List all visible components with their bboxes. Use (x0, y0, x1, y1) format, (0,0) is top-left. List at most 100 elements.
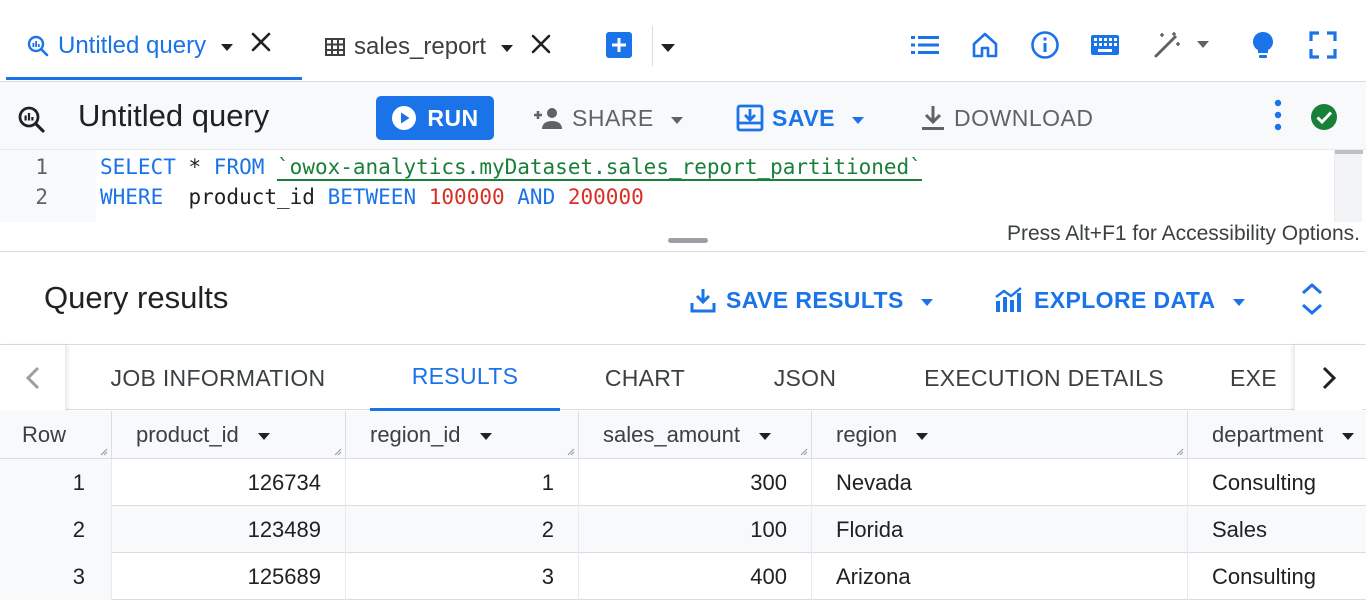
code-text: SELECT * FROM `owox-analytics.myDataset.… (100, 155, 922, 181)
caret-down-icon (920, 287, 934, 314)
cell-product-id[interactable]: 123489 (112, 506, 346, 553)
resize-handle[interactable] (668, 238, 708, 243)
cell-department[interactable]: Sales (1188, 506, 1366, 553)
explore-data-label: EXPLORE DATA (1034, 286, 1216, 313)
cell-region-id[interactable]: 2 (346, 506, 579, 553)
add-person-icon (534, 108, 562, 129)
close-icon[interactable] (530, 33, 552, 62)
tab-untitled-query[interactable]: Untitled query (6, 14, 302, 80)
table-reference: `owox-analytics.myDataset.sales_report_p… (277, 155, 922, 181)
info-icon[interactable] (1030, 30, 1060, 60)
cell-department[interactable]: Consulting (1188, 459, 1366, 506)
caret-down-icon[interactable] (660, 40, 676, 58)
cell-sales-amount[interactable]: 100 (579, 506, 812, 553)
cell-region[interactable]: Arizona (812, 553, 1188, 600)
explore-chart-icon (995, 287, 1022, 312)
keyword: BETWEEN (327, 185, 417, 209)
cell-region[interactable]: Florida (812, 506, 1188, 553)
cell-product-id[interactable]: 125689 (112, 553, 346, 600)
run-button[interactable]: RUN (376, 96, 494, 140)
cell-product-id[interactable]: 126734 (112, 459, 346, 506)
tab-label: sales_report (354, 33, 487, 60)
home-icon[interactable] (970, 30, 1000, 60)
share-button[interactable]: SHARE (532, 96, 684, 140)
caret-down-icon[interactable] (500, 33, 514, 61)
caret-down-icon[interactable] (220, 32, 234, 60)
list-icon[interactable] (910, 30, 940, 60)
download-icon (922, 106, 944, 130)
fullscreen-icon[interactable] (1308, 30, 1338, 60)
column-header-department[interactable]: department (1188, 411, 1366, 459)
explore-data-button[interactable]: EXPLORE DATA (994, 284, 1246, 316)
magic-wand-icon[interactable] (1152, 30, 1182, 60)
row-number: 1 (0, 459, 112, 506)
cell-region-id[interactable]: 3 (346, 553, 579, 600)
column-label: region_id (370, 422, 461, 447)
share-label: SHARE (572, 104, 654, 131)
line-number: 1 (35, 155, 48, 179)
table-header: Row product_id region_id sales_amount re… (0, 411, 1366, 459)
cell-sales-amount[interactable]: 300 (579, 459, 812, 506)
tab-sales-report[interactable]: sales_report (318, 14, 568, 80)
table-row[interactable]: 3 125689 3 400 Arizona Consulting (0, 553, 1366, 600)
run-label: RUN (427, 104, 479, 131)
save-button[interactable]: SAVE (736, 96, 865, 140)
query-title: Untitled query (78, 98, 270, 133)
number-literal: 200000 (567, 185, 644, 209)
chevron-left-icon[interactable] (0, 345, 66, 411)
tab-chart[interactable]: CHART (580, 345, 710, 411)
tab-results[interactable]: RESULTS (370, 345, 560, 411)
resize-grip-icon[interactable] (798, 446, 808, 456)
number-literal: 100000 (428, 185, 505, 209)
table-row[interactable]: 1 126734 1 300 Nevada Consulting (0, 459, 1366, 506)
cell-region-id[interactable]: 1 (346, 459, 579, 506)
caret-down-icon[interactable] (1188, 30, 1218, 60)
chevron-right-icon[interactable] (1294, 345, 1362, 411)
column-sort-icon[interactable] (758, 422, 772, 448)
caret-down-icon (670, 105, 684, 132)
code-line: 2 WHERE product_id BETWEEN 100000 AND 20… (0, 182, 644, 212)
column-header-region[interactable]: region (812, 411, 1188, 459)
cell-department[interactable]: Consulting (1188, 553, 1366, 600)
save-label: SAVE (772, 104, 835, 131)
close-icon[interactable] (250, 31, 272, 60)
column-sort-icon[interactable] (479, 422, 493, 448)
editor-scrollbar[interactable] (1334, 150, 1363, 222)
accessibility-hint: Press Alt+F1 for Accessibility Options. (1006, 222, 1360, 245)
results-table: Row product_id region_id sales_amount re… (0, 411, 1366, 608)
cell-region[interactable]: Nevada (812, 459, 1188, 506)
column-label: department (1212, 422, 1324, 447)
query-icon (26, 34, 50, 58)
resize-grip-icon[interactable] (565, 446, 575, 456)
cell-sales-amount[interactable]: 400 (579, 553, 812, 600)
add-tab-icon[interactable] (604, 30, 634, 60)
column-header-sales-amount[interactable]: sales_amount (579, 411, 812, 459)
download-button[interactable]: DOWNLOAD (920, 96, 1093, 140)
more-vert-icon[interactable] (1268, 98, 1288, 137)
tab-json[interactable]: JSON (740, 345, 870, 411)
resize-grip-icon[interactable] (1174, 446, 1184, 456)
unfold-icon[interactable] (1298, 282, 1326, 321)
column-header-region-id[interactable]: region_id (346, 411, 579, 459)
column-sort-icon[interactable] (257, 422, 271, 448)
resize-grip-icon[interactable] (332, 446, 342, 456)
column-sort-icon[interactable] (915, 422, 929, 448)
results-header: Query results SAVE RESULTS EXPLORE DATA (0, 252, 1366, 344)
tab-label: Untitled query (58, 31, 207, 59)
keyboard-icon[interactable] (1090, 30, 1120, 60)
tab-job-information[interactable]: JOB INFORMATION (90, 345, 346, 411)
tab-execution-graph[interactable]: EXE (1230, 345, 1294, 411)
sql-editor[interactable]: 1 SELECT * FROM `owox-analytics.myDatase… (0, 150, 1366, 252)
row-number: 2 (0, 506, 112, 553)
column-sort-icon[interactable] (1341, 422, 1355, 448)
resize-grip-icon[interactable] (98, 446, 108, 456)
table-row[interactable]: 2 123489 2 100 Florida Sales (0, 506, 1366, 553)
tab-execution-details[interactable]: EXECUTION DETAILS (910, 345, 1178, 411)
query-toolbar: Untitled query RUN SHARE SAVE DOWNLOAD (0, 82, 1366, 150)
results-title: Query results (44, 280, 229, 315)
save-results-button[interactable]: SAVE RESULTS (690, 284, 934, 316)
column-header-product-id[interactable]: product_id (112, 411, 346, 459)
lightbulb-icon[interactable] (1248, 30, 1278, 60)
